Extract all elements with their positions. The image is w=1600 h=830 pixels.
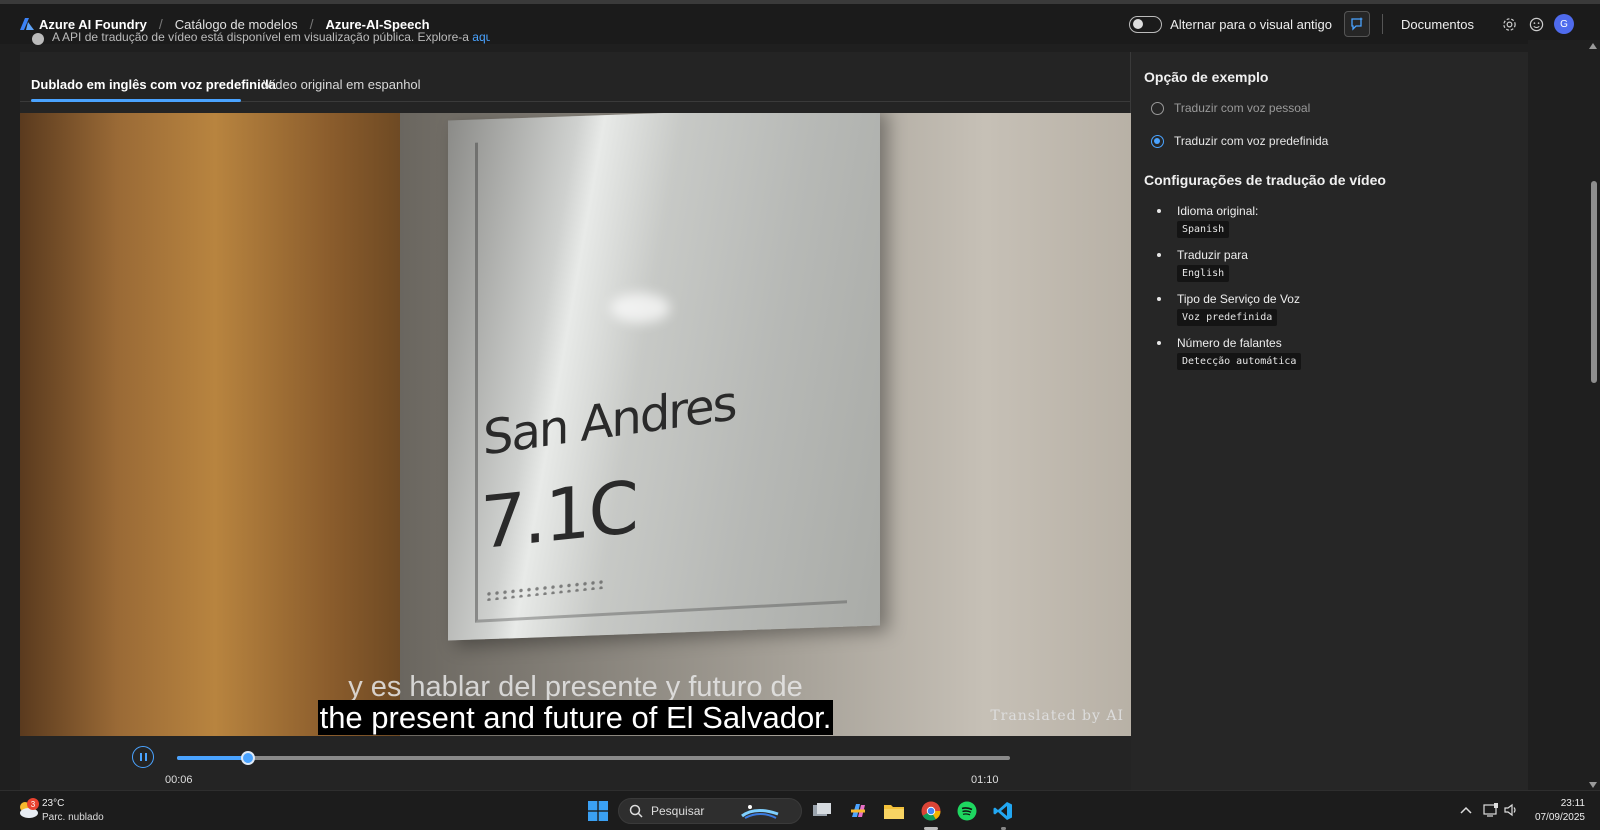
setting-voice-service-type: Tipo de Serviço de Voz Voz predefinida bbox=[1157, 292, 1301, 326]
preview-notice-text: A API de tradução de vídeo está disponív… bbox=[52, 30, 473, 44]
vscode-icon[interactable] bbox=[991, 799, 1015, 823]
windows-taskbar: 3 23°C Parc. nublado Pesquisar 23:11 07/… bbox=[0, 790, 1600, 830]
setting-value: Voz predefinida bbox=[1177, 309, 1278, 326]
translation-settings-list: Idioma original: Spanish Traduzir para E… bbox=[1157, 204, 1302, 380]
search-placeholder: Pesquisar bbox=[651, 804, 705, 818]
weather-description: Parc. nublado bbox=[42, 812, 104, 823]
translation-settings-heading: Configurações de tradução de vídeo bbox=[1144, 172, 1386, 188]
spotify-icon[interactable] bbox=[955, 799, 979, 823]
weather-alert-badge: 3 bbox=[27, 798, 39, 810]
scroll-down-arrow-icon[interactable] bbox=[1589, 782, 1597, 788]
setting-speaker-count: Número de falantes Detecção automática bbox=[1157, 336, 1302, 370]
chat-sparkle-icon bbox=[1351, 17, 1364, 31]
setting-value: English bbox=[1177, 265, 1230, 282]
bullet bbox=[1157, 297, 1161, 301]
setting-label: Traduzir para bbox=[1177, 248, 1248, 262]
setting-label: Idioma original: bbox=[1177, 204, 1259, 218]
total-time: 01:10 bbox=[971, 774, 999, 786]
weather-temperature: 23°C bbox=[42, 798, 65, 809]
app-window: Azure AI Foundry / Catálogo de modelos /… bbox=[0, 0, 1600, 830]
taskbar-search[interactable]: Pesquisar bbox=[618, 798, 802, 824]
bullet bbox=[1157, 253, 1161, 257]
video-player[interactable]: San Andres 7.1C y es hablar del presente… bbox=[20, 113, 1131, 736]
header-divider bbox=[1382, 14, 1384, 34]
setting-target-language: Traduzir para English bbox=[1157, 248, 1301, 282]
user-avatar[interactable]: G bbox=[1554, 14, 1574, 34]
show-hidden-icons-chevron-icon[interactable] bbox=[1457, 801, 1475, 819]
video-controls: 00:06 01:10 bbox=[20, 736, 1131, 790]
radio-prebuilt-voice[interactable] bbox=[1151, 134, 1164, 148]
file-explorer-icon[interactable] bbox=[882, 799, 906, 823]
setting-original-language: Idioma original: Spanish bbox=[1157, 204, 1301, 238]
bullet bbox=[1157, 341, 1161, 345]
scroll-gutter bbox=[1528, 40, 1600, 790]
chrome-icon[interactable] bbox=[919, 799, 943, 823]
active-tab-indicator bbox=[31, 99, 241, 102]
pause-button[interactable] bbox=[132, 746, 154, 768]
azure-logo-icon bbox=[20, 18, 34, 30]
toggle-knob bbox=[1133, 19, 1144, 29]
network-icon[interactable] bbox=[1482, 801, 1500, 819]
pause-icon bbox=[139, 753, 142, 761]
volume-icon[interactable] bbox=[1502, 801, 1520, 819]
copilot-app-icon[interactable] bbox=[846, 799, 870, 823]
feedback-smiley-icon[interactable] bbox=[1527, 15, 1545, 33]
setting-label: Tipo de Serviço de Voz bbox=[1177, 292, 1300, 306]
sample-option-heading: Opção de exemplo bbox=[1144, 69, 1269, 85]
seek-bar[interactable] bbox=[177, 751, 1010, 765]
setting-label: Número de falantes bbox=[1177, 336, 1282, 350]
setting-value: Spanish bbox=[1177, 221, 1230, 238]
tab-dubbed-english[interactable]: Dublado em inglês com voz predefinida bbox=[31, 77, 276, 92]
seek-bar-progress bbox=[177, 756, 249, 760]
legacy-view-toggle[interactable] bbox=[1129, 15, 1163, 33]
option-personal-voice-label: Traduzir com voz pessoal bbox=[1174, 101, 1311, 115]
option-prebuilt-voice[interactable]: Traduzir com voz predefinida bbox=[1151, 134, 1328, 148]
scroll-up-arrow-icon[interactable] bbox=[1589, 43, 1597, 49]
subtitle-translated-wrapper: the present and future of El Salvador. bbox=[20, 700, 1131, 736]
pause-icon bbox=[144, 753, 147, 761]
video-panel: Dublado em inglês com voz predefinida Ví… bbox=[20, 52, 1131, 790]
preview-notice-link[interactable]: aqui. bbox=[472, 30, 490, 44]
video-tabs: Dublado em inglês com voz predefinida Ví… bbox=[20, 52, 1131, 102]
option-personal-voice[interactable]: Traduzir com voz pessoal bbox=[1151, 101, 1310, 115]
copilot-button[interactable] bbox=[1344, 11, 1371, 37]
header-actions: Alternar para o visual antigo Documentos… bbox=[1129, 4, 1600, 44]
documentation-link[interactable]: Documentos bbox=[1401, 17, 1474, 32]
video-frame-reflection bbox=[610, 293, 670, 323]
windows-logo-icon bbox=[588, 801, 608, 821]
clock-time[interactable]: 23:11 bbox=[1561, 798, 1585, 809]
radio-personal-voice[interactable] bbox=[1151, 101, 1164, 115]
tab-original-spanish[interactable]: Vídeo original em espanhol bbox=[263, 77, 421, 92]
settings-panel: Opção de exemplo Traduzir com voz pessoa… bbox=[1131, 52, 1528, 790]
video-frame-door bbox=[20, 113, 410, 736]
ai-watermark: Translated by AI bbox=[990, 708, 1124, 724]
start-button[interactable] bbox=[586, 799, 610, 823]
bullet bbox=[1157, 209, 1161, 213]
sign-room-number: 7.1C bbox=[480, 464, 637, 566]
option-prebuilt-voice-label: Traduzir com voz predefinida bbox=[1174, 134, 1329, 148]
subtitle-translated: the present and future of El Salvador. bbox=[317, 700, 834, 735]
task-view-icon[interactable] bbox=[810, 799, 834, 823]
legacy-view-toggle-label: Alternar para o visual antigo bbox=[1170, 16, 1333, 32]
scrollbar-thumb[interactable] bbox=[1591, 181, 1597, 383]
setting-value: Detecção automática bbox=[1177, 353, 1302, 370]
seek-bar-thumb[interactable] bbox=[241, 751, 256, 765]
current-time: 00:06 bbox=[165, 774, 193, 786]
clock-date[interactable]: 07/09/2025 bbox=[1535, 812, 1585, 823]
search-highlight-icon bbox=[741, 805, 779, 819]
search-icon bbox=[629, 804, 643, 818]
preview-notice: A API de tradução de vídeo está disponív… bbox=[30, 30, 490, 44]
settings-gear-icon[interactable] bbox=[1500, 15, 1518, 33]
